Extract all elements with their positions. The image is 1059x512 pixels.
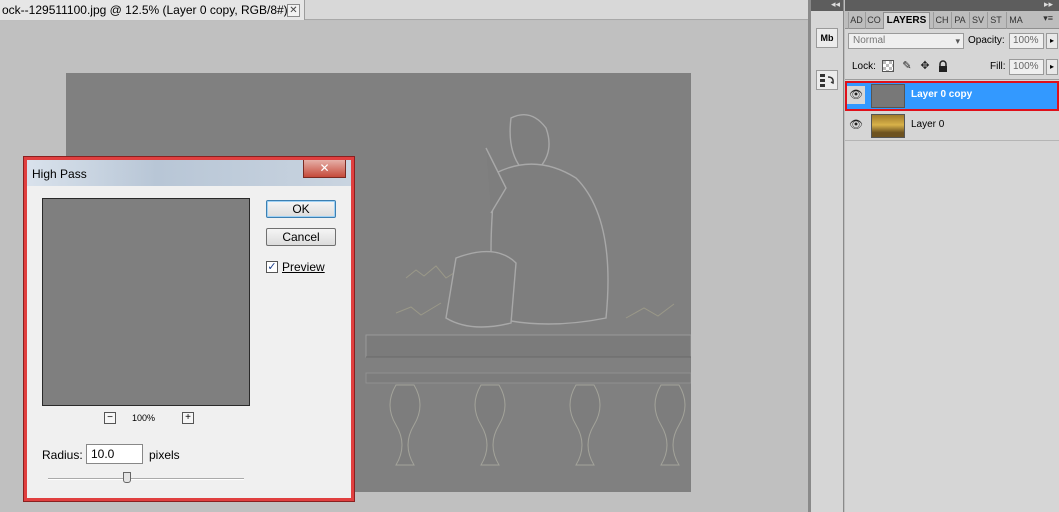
- high-pass-dialog: High Pass ✕ − 100% + OK Cancel ✓ Preview…: [24, 157, 354, 501]
- filter-preview-pane[interactable]: [42, 198, 250, 406]
- document-tab[interactable]: ock--129511100.jpg @ 12.5% (Layer 0 copy…: [0, 0, 305, 20]
- tab-swatches[interactable]: SV: [969, 12, 986, 29]
- panel-tab-row: AD CO LAYERS CH PA SV ST MA ▾≡: [845, 11, 1059, 29]
- close-dialog-button[interactable]: ✕: [303, 160, 346, 178]
- opacity-field[interactable]: 100%: [1009, 33, 1044, 49]
- lock-paint-icon[interactable]: ✎: [901, 60, 913, 72]
- zoom-out-button[interactable]: −: [104, 412, 116, 424]
- history-icon[interactable]: [816, 70, 838, 90]
- zoom-level: 100%: [132, 413, 156, 423]
- layer-row-layer-0[interactable]: 👁 Layer 0: [845, 111, 1059, 141]
- collapsed-panel-dock: ◂◂ Mb: [811, 0, 844, 512]
- close-document-icon[interactable]: ✕: [287, 4, 300, 17]
- tab-channels[interactable]: CH: [933, 12, 950, 29]
- chevron-down-icon: ▾: [955, 36, 960, 46]
- lock-all-icon[interactable]: [937, 60, 949, 72]
- preview-label[interactable]: Preview: [282, 260, 325, 274]
- fill-field[interactable]: 100%: [1009, 59, 1044, 75]
- lock-label: Lock:: [852, 61, 876, 72]
- fill-label: Fill:: [990, 61, 1006, 72]
- panel-header: ▸▸: [845, 0, 1059, 11]
- dialog-title: High Pass: [32, 167, 87, 181]
- layers-panel: ▸▸ AD CO LAYERS CH PA SV ST MA ▾≡ Normal…: [845, 0, 1059, 512]
- opacity-arrow-icon[interactable]: ▸: [1046, 33, 1058, 49]
- zoom-in-button[interactable]: +: [182, 412, 194, 424]
- radius-slider-thumb[interactable]: [123, 472, 131, 483]
- tab-styles[interactable]: ST: [987, 12, 1004, 29]
- mini-bridge-icon[interactable]: Mb: [816, 28, 838, 48]
- layer-row-layer-0-copy[interactable]: 👁 Layer 0 copy: [845, 81, 1059, 111]
- panel-menu-icon[interactable]: ▾≡: [1043, 13, 1053, 24]
- ok-button[interactable]: OK: [266, 200, 336, 218]
- preview-label-text: Preview: [282, 260, 325, 274]
- expand-arrows-icon[interactable]: ▸▸: [1044, 0, 1053, 10]
- tab-paths[interactable]: PA: [951, 12, 968, 29]
- tab-masks[interactable]: MA: [1006, 12, 1025, 29]
- radius-field[interactable]: 10.0: [86, 444, 143, 464]
- blend-mode-select[interactable]: Normal ▾: [848, 33, 964, 49]
- layer-thumbnail: [871, 114, 905, 138]
- layer-name: Layer 0: [911, 119, 945, 130]
- layer-thumbnail: [871, 84, 905, 108]
- layer-list: ▲ 👁 Layer 0 copy 👁 Layer 0: [845, 79, 1059, 512]
- tab-color[interactable]: CO: [865, 12, 882, 29]
- fill-arrow-icon[interactable]: ▸: [1046, 59, 1058, 75]
- tab-layers[interactable]: LAYERS: [883, 12, 930, 29]
- radius-unit: pixels: [149, 448, 180, 462]
- opacity-label: Opacity:: [968, 35, 1005, 46]
- blend-mode-value: Normal: [853, 35, 886, 46]
- collapse-arrows-icon[interactable]: ◂◂: [831, 0, 840, 10]
- preview-checkbox[interactable]: ✓: [266, 261, 278, 273]
- radius-slider-track[interactable]: [48, 478, 244, 480]
- layer-name: Layer 0 copy: [911, 89, 973, 100]
- document-tab-bar: ock--129511100.jpg @ 12.5% (Layer 0 copy…: [0, 0, 808, 20]
- lock-transparency-icon[interactable]: [882, 60, 894, 72]
- radius-label: Radius:: [42, 448, 83, 462]
- tab-adjustments[interactable]: AD: [848, 12, 864, 29]
- dock-header: ◂◂: [811, 0, 843, 11]
- lock-position-icon[interactable]: ✥: [919, 60, 931, 72]
- cancel-button[interactable]: Cancel: [266, 228, 336, 246]
- eye-icon[interactable]: 👁: [847, 116, 865, 134]
- dialog-titlebar[interactable]: High Pass ✕: [27, 160, 351, 186]
- eye-icon[interactable]: 👁: [847, 86, 865, 104]
- document-tab-title: ock--129511100.jpg @ 12.5% (Layer 0 copy…: [2, 3, 296, 17]
